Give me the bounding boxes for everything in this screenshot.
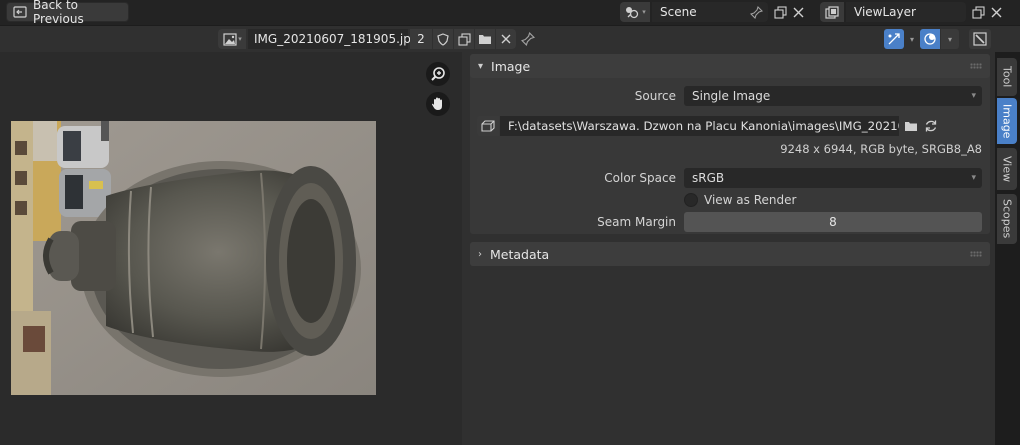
unlink-image-button[interactable]	[496, 29, 516, 49]
pack-toggle-button[interactable]	[477, 116, 499, 136]
source-label: Source	[634, 89, 676, 103]
image-editor-header: ▾ IMG_20210607_181905.jpg 2 ▾ ▾	[0, 26, 1020, 52]
chevron-down-icon: ▾	[971, 173, 976, 183]
delete-scene-icon[interactable]	[790, 4, 806, 20]
image-preview	[11, 121, 376, 395]
sidebar-tabs: Tool Image View Scopes	[995, 52, 1020, 445]
image-info: 9248 x 6944, RGB byte, SRGB8_A8	[780, 142, 982, 156]
package-icon	[480, 118, 496, 134]
drag-handle-icon[interactable]	[970, 251, 982, 257]
reload-icon[interactable]	[923, 118, 939, 134]
sidebar-properties: ▾ Image Source Single Image ▾ F:\dataset…	[462, 52, 995, 445]
view-layer-selector: ViewLayer	[820, 2, 1004, 22]
seam-margin-label: Seam Margin	[597, 215, 676, 229]
image-name-field[interactable]: IMG_20210607_181905.jpg	[248, 29, 418, 49]
filepath-text[interactable]: F:\datasets\Warszawa. Dzwon na Placu Kan…	[500, 116, 899, 136]
chevron-down-icon[interactable]: ▾	[910, 35, 914, 44]
zoom-in-icon	[430, 66, 446, 82]
chevron-down-icon: ▾	[948, 34, 953, 44]
tab-image[interactable]: Image	[997, 98, 1017, 144]
image-icon	[222, 31, 238, 47]
chevron-down-icon: ▾	[238, 35, 242, 43]
tab-tool-label: Tool	[1000, 66, 1014, 88]
image-datablock-selector: ▾ IMG_20210607_181905.jpg 2	[218, 29, 516, 49]
source-value: Single Image	[692, 89, 771, 103]
delete-view-layer-icon[interactable]	[988, 4, 1004, 20]
tab-scopes[interactable]: Scopes	[997, 194, 1017, 244]
show-overlays-button[interactable]	[920, 29, 941, 49]
chevron-down-icon: ▾	[642, 8, 646, 16]
metadata-panel-title: Metadata	[490, 246, 550, 262]
image-browse-button[interactable]: ▾	[218, 29, 246, 49]
scene-selector: ▾ Scene	[620, 2, 806, 22]
metadata-panel-header[interactable]: › Metadata	[470, 242, 990, 266]
image-panel-header[interactable]: ▾ Image	[470, 54, 990, 78]
checkbox-icon[interactable]	[684, 193, 698, 207]
image-panel-title: Image	[491, 58, 531, 74]
folder-icon	[477, 31, 493, 47]
new-image-button[interactable]	[454, 29, 474, 49]
scene-name-field[interactable]: Scene	[652, 2, 768, 22]
tab-view[interactable]: View	[997, 148, 1017, 190]
image-panel: ▾ Image Source Single Image ▾ F:\dataset…	[470, 54, 990, 234]
color-space-dropdown[interactable]: sRGB ▾	[684, 168, 982, 188]
top-bar: Back to Previous ▾ Scene ViewLayer	[0, 0, 1020, 26]
overlays-dropdown[interactable]: ▾	[941, 29, 960, 49]
render-layers-icon	[824, 4, 840, 20]
tab-scopes-label: Scopes	[1000, 199, 1014, 239]
fake-user-button[interactable]	[433, 29, 453, 49]
scene-name: Scene	[660, 5, 697, 19]
view-layer-name-field[interactable]: ViewLayer	[846, 2, 966, 22]
hand-icon	[430, 96, 446, 112]
chevron-down-icon: ▾	[478, 60, 484, 72]
view-layer-name: ViewLayer	[854, 5, 916, 19]
pin-icon[interactable]	[520, 31, 536, 47]
pan-button[interactable]	[426, 92, 450, 116]
scene-browse-button[interactable]: ▾	[620, 2, 650, 22]
duplicate-icon	[456, 31, 472, 47]
metadata-panel: › Metadata	[470, 242, 990, 266]
back-to-previous-label: Back to Previous	[33, 0, 84, 26]
shield-icon	[435, 31, 451, 47]
view-as-render-label: View as Render	[704, 193, 797, 207]
show-gizmo-button[interactable]	[884, 29, 904, 49]
source-dropdown[interactable]: Single Image ▾	[684, 86, 982, 106]
tab-tool[interactable]: Tool	[997, 58, 1017, 96]
sidebar-icon	[972, 31, 988, 47]
color-space-row: Color Space sRGB ▾	[470, 168, 990, 188]
color-space-value: sRGB	[692, 171, 725, 185]
new-view-layer-icon[interactable]	[970, 4, 986, 20]
scene-icon	[624, 4, 640, 20]
back-to-previous-button[interactable]: Back to Previous	[6, 0, 129, 26]
toggle-sidebar-button[interactable]	[969, 29, 992, 49]
close-icon	[498, 31, 514, 47]
source-row: Source Single Image ▾	[470, 86, 990, 106]
folder-icon[interactable]	[903, 118, 919, 134]
back-screen-icon	[13, 5, 27, 19]
overlay-toggle: ▾	[920, 29, 960, 49]
seam-margin-row: Seam Margin 8	[470, 212, 990, 232]
header-right-tools: ▾ ▾	[884, 29, 992, 49]
overlay-icon	[922, 31, 938, 47]
filepath-field[interactable]: F:\datasets\Warszawa. Dzwon na Placu Kan…	[477, 116, 939, 136]
new-scene-icon[interactable]	[772, 4, 788, 20]
image-users-count[interactable]: 2	[410, 29, 432, 49]
seam-margin-field[interactable]: 8	[684, 212, 982, 232]
drag-handle-icon[interactable]	[970, 63, 982, 69]
tab-view-label: View	[1000, 155, 1014, 183]
chevron-right-icon: ›	[478, 248, 482, 260]
color-space-label: Color Space	[604, 171, 676, 185]
tab-image-label: Image	[1000, 103, 1014, 139]
view-as-render-checkbox[interactable]: View as Render	[684, 193, 796, 207]
image-viewport[interactable]	[0, 52, 462, 445]
chevron-down-icon: ▾	[971, 91, 976, 101]
pin-icon[interactable]	[748, 4, 764, 20]
zoom-button[interactable]	[426, 62, 450, 86]
gizmo-icon	[886, 31, 902, 47]
open-image-button[interactable]	[475, 29, 495, 49]
view-layer-browse-button[interactable]	[820, 2, 844, 22]
